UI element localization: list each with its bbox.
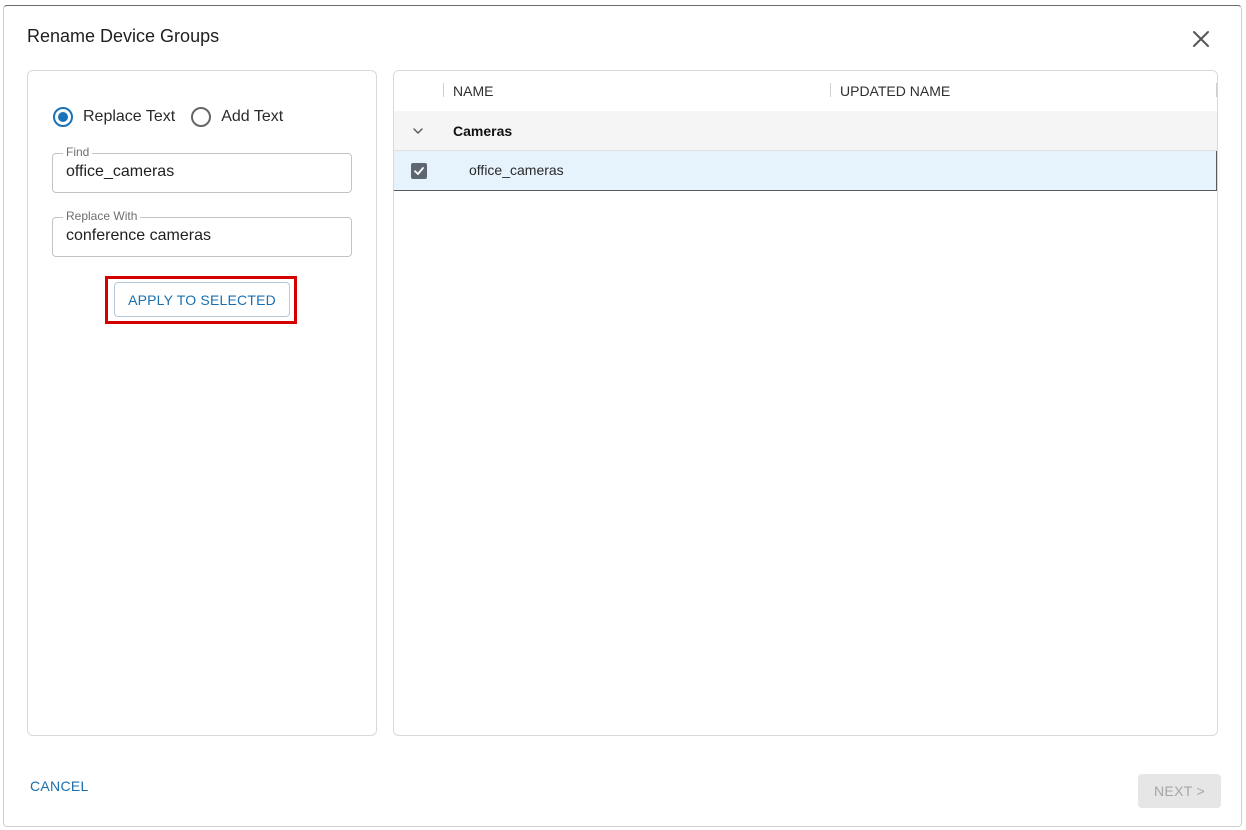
replace-with-field: Replace With <box>52 209 352 257</box>
close-icon <box>1193 31 1209 47</box>
row-checkbox[interactable] <box>411 163 427 179</box>
find-label: Find <box>63 145 93 159</box>
radio-replace-text[interactable]: Replace Text <box>53 107 175 127</box>
column-separator[interactable] <box>830 83 831 97</box>
apply-to-selected-button[interactable]: APPLY TO SELECTED <box>114 282 290 317</box>
next-button[interactable]: NEXT > <box>1138 774 1221 808</box>
column-separator[interactable] <box>443 83 444 97</box>
mode-radio-group: Replace Text Add Text <box>53 107 299 127</box>
find-field: Find <box>52 145 352 193</box>
replace-with-label: Replace With <box>63 209 141 223</box>
replace-with-input[interactable] <box>66 227 336 245</box>
row-name: office_cameras <box>469 162 564 178</box>
column-header-updated-name[interactable]: UPDATED NAME <box>840 83 950 99</box>
radio-checked-icon <box>53 107 73 127</box>
rename-device-groups-dialog: Rename Device Groups Replace Text Add Te… <box>3 5 1242 827</box>
chevron-down-icon[interactable] <box>410 123 426 139</box>
group-row-cameras[interactable]: Cameras <box>394 111 1217 151</box>
table-header: NAME UPDATED NAME <box>394 71 1217 111</box>
close-button[interactable] <box>1190 28 1212 50</box>
dialog-title: Rename Device Groups <box>27 26 220 46</box>
radio-unchecked-icon <box>191 107 212 127</box>
group-label: Cameras <box>453 123 513 139</box>
table-row[interactable]: office_cameras <box>394 151 1217 191</box>
rename-options-panel: Replace Text Add Text Find Replace With … <box>27 70 377 736</box>
radio-label: Replace Text <box>83 108 176 125</box>
radio-add-text[interactable]: Add Text <box>191 107 283 127</box>
find-input[interactable] <box>66 163 336 181</box>
device-groups-table: NAME UPDATED NAME Cameras office_cameras <box>393 70 1218 736</box>
radio-label: Add Text <box>221 108 284 125</box>
checkmark-icon <box>414 167 424 175</box>
column-header-name[interactable]: NAME <box>453 83 493 99</box>
column-separator[interactable] <box>1216 83 1217 97</box>
cancel-button[interactable]: CANCEL <box>30 778 89 794</box>
